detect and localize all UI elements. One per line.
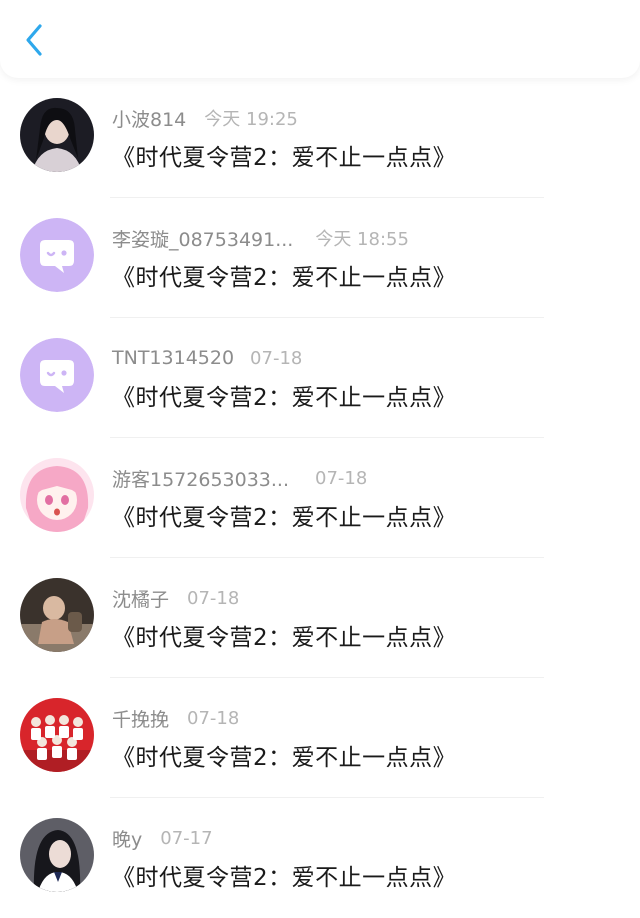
comment-text: 《时代夏令营2：爱不止一点点》 [112,265,457,291]
comment-meta: 千挽挽 07-18 [112,705,240,732]
username[interactable]: TNT1314520 [112,347,234,369]
avatar[interactable] [20,98,94,172]
comment-text: 《时代夏令营2：爱不止一点点》 [112,625,457,651]
timestamp: 07-18 [187,707,240,729]
chat-bubble-icon [20,218,94,292]
comment-text: 《时代夏令营2：爱不止一点点》 [112,745,457,771]
comment-list: 小波814 今天 19:25 《时代夏令营2：爱不止一点点》 李姿璇_08753… [0,78,640,918]
timestamp: 今天 19:25 [204,109,298,130]
chevron-left-icon [26,24,42,56]
comment-meta: 李姿璇_08753491... 今天 18:55 [112,225,409,252]
avatar[interactable] [20,338,94,412]
comment-text: 《时代夏令营2：爱不止一点点》 [112,505,457,531]
comment-meta: 晚y 07-17 [112,825,213,852]
username[interactable]: 小波814 [112,105,186,132]
avatar[interactable] [20,218,94,292]
username[interactable]: 千挽挽 [112,705,169,732]
comment-item[interactable]: 游客1572653033... 07-18 《时代夏令营2：爱不止一点点》 [0,438,640,558]
timestamp: 07-18 [315,467,368,489]
timestamp: 07-18 [250,347,303,369]
avatar[interactable] [20,698,94,772]
username[interactable]: 晚y [112,825,142,852]
avatar[interactable] [20,578,94,652]
timestamp: 07-18 [187,587,240,609]
username[interactable]: 沈橘子 [112,585,169,612]
timestamp: 今天 18:55 [315,229,409,250]
back-button[interactable] [18,22,50,58]
avatar[interactable] [20,458,94,532]
chat-bubble-icon [20,338,94,412]
comment-item[interactable]: 李姿璇_08753491... 今天 18:55 《时代夏令营2：爱不止一点点》 [0,198,640,318]
comment-item[interactable]: 沈橘子 07-18 《时代夏令营2：爱不止一点点》 [0,558,640,678]
username[interactable]: 李姿璇_08753491... [112,225,293,252]
comment-meta: 沈橘子 07-18 [112,585,240,612]
comment-item[interactable]: 小波814 今天 19:25 《时代夏令营2：爱不止一点点》 [0,78,640,198]
comment-meta: 小波814 今天 19:25 [112,105,298,132]
comment-text: 《时代夏令营2：爱不止一点点》 [112,865,457,891]
comment-meta: TNT1314520 07-18 [112,346,302,370]
username[interactable]: 游客1572653033... [112,465,289,492]
timestamp: 07-17 [160,827,213,849]
top-bar [0,0,640,78]
comment-meta: 游客1572653033... 07-18 [112,465,368,492]
comment-item[interactable]: 晚y 07-17 《时代夏令营2：爱不止一点点》 [0,798,640,918]
avatar[interactable] [20,818,94,892]
comment-item[interactable]: 千挽挽 07-18 《时代夏令营2：爱不止一点点》 [0,678,640,798]
comment-item[interactable]: TNT1314520 07-18 《时代夏令营2：爱不止一点点》 [0,318,640,438]
comment-text: 《时代夏令营2：爱不止一点点》 [112,385,457,411]
comment-text: 《时代夏令营2：爱不止一点点》 [112,145,457,171]
